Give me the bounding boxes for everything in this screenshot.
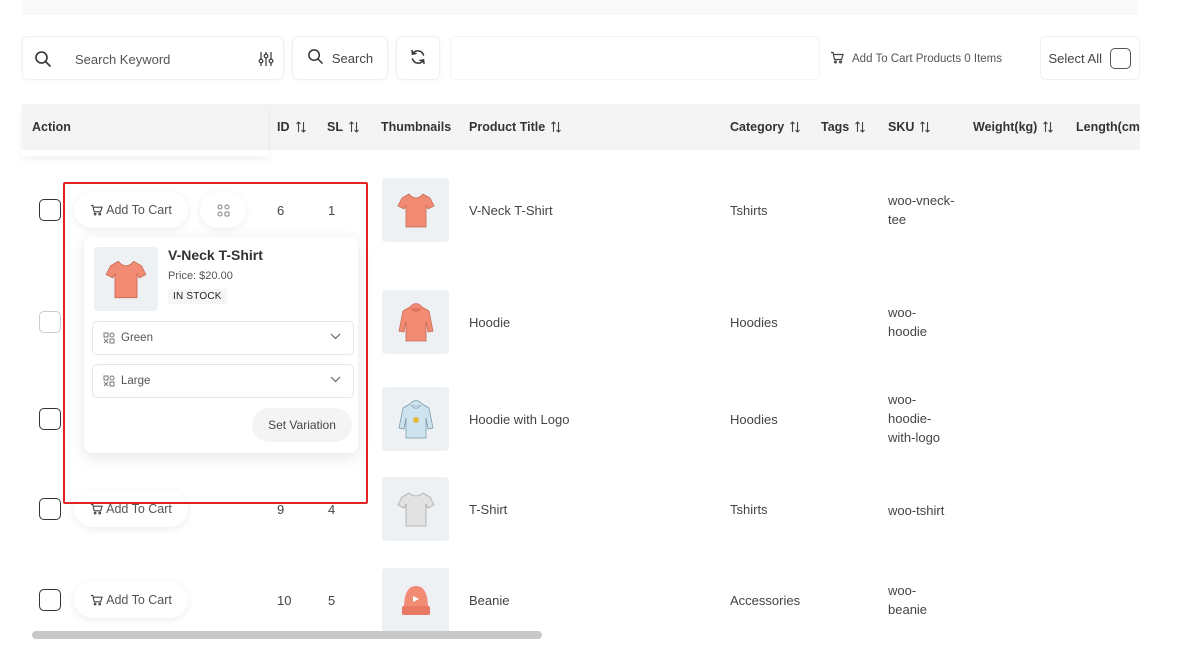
size-select[interactable]: Large: [92, 364, 354, 398]
cell-category: Tshirts: [730, 203, 768, 218]
hoodie-image: [398, 303, 433, 342]
header-sl[interactable]: SL: [327, 120, 360, 134]
horizontal-scrollbar[interactable]: [32, 631, 542, 639]
product-thumbnail[interactable]: [382, 568, 449, 632]
sort-icon: [1043, 121, 1054, 133]
select-all-checkbox[interactable]: [1110, 47, 1131, 69]
attribute-icon: [103, 375, 115, 387]
sort-icon: [349, 121, 359, 133]
size-select-value: Large: [121, 375, 151, 387]
header-thumbnails: Thumbnails: [381, 120, 452, 134]
grid-icon: [216, 203, 230, 217]
product-thumbnail[interactable]: [382, 290, 449, 354]
cell-sku: woo- beanie: [888, 583, 928, 617]
chevron-down-icon: [330, 376, 341, 383]
cell-id: 6: [277, 203, 285, 218]
tshirt-image: [396, 193, 435, 228]
sort-icon: [295, 121, 306, 133]
top-panel-edge: [22, 0, 1138, 14]
header-product-title[interactable]: Product Title: [469, 120, 562, 134]
cell-sl: 1: [328, 203, 336, 218]
product-thumbnail[interactable]: [382, 387, 449, 451]
product-thumbnail[interactable]: [382, 178, 449, 242]
sort-icon: [920, 121, 931, 133]
search-button[interactable]: Search: [292, 36, 388, 80]
cell-sku: woo- hoodie- with-logo: [888, 392, 941, 445]
variation-popup: V-Neck T-Shirt Price: $20.00 IN STOCK Gr…: [84, 237, 358, 453]
search-button-label: Search: [331, 50, 374, 66]
cart-icon: [830, 51, 844, 67]
tshirt-image: [105, 260, 147, 299]
refresh-icon: [409, 48, 427, 69]
search-box: [22, 36, 284, 80]
add-to-cart-button[interactable]: Add To Cart: [74, 582, 188, 618]
cell-category: Tshirts: [730, 502, 768, 517]
cell-product-title[interactable]: V-Neck T-Shirt: [469, 203, 553, 218]
cell-category: Hoodies: [730, 412, 778, 427]
header-weight[interactable]: Weight(kg): [973, 120, 1054, 134]
popup-product-thumbnail: [94, 247, 158, 311]
stock-badge: IN STOCK: [168, 289, 227, 304]
cell-sku: woo-vneck- tee: [888, 193, 955, 227]
chevron-down-icon: [330, 333, 341, 340]
popup-product-title: V-Neck T-Shirt: [168, 247, 263, 263]
tshirt-image: [396, 492, 435, 527]
search-input[interactable]: [75, 48, 245, 70]
color-select[interactable]: Green: [92, 321, 354, 355]
hoodie-with-logo-image: [398, 400, 433, 439]
set-variation-button[interactable]: Set Variation: [252, 408, 352, 442]
row-checkbox[interactable]: [39, 408, 61, 430]
cell-sku: woo- hoodie: [888, 305, 928, 339]
sort-icon: [790, 121, 801, 133]
header-action: Action: [32, 120, 71, 134]
cart-icon: [91, 503, 103, 515]
select-all-label: Select All: [1048, 50, 1102, 66]
toolbar: Search Add To Cart Products 0 Items Sele…: [22, 36, 1142, 80]
table-row: Add To Cart 9 4 T-Shirt Tshirts woo-tshi…: [22, 464, 1140, 554]
cell-sl: 5: [328, 593, 336, 608]
cart-info: Add To Cart Products 0 Items: [830, 51, 1002, 67]
row-checkbox[interactable]: [39, 498, 61, 520]
header-sku[interactable]: SKU: [888, 120, 931, 134]
product-thumbnail[interactable]: [382, 477, 449, 541]
row-checkbox[interactable]: [39, 199, 61, 221]
cell-sku: woo-tshirt: [888, 503, 945, 518]
cart-info-text: Add To Cart Products 0 Items: [852, 53, 1002, 65]
beanie-image: [401, 586, 430, 615]
sort-icon: [551, 121, 562, 133]
header-id[interactable]: ID: [277, 120, 307, 134]
add-to-cart-button[interactable]: Add To Cart: [74, 192, 188, 228]
cell-product-title[interactable]: T-Shirt: [469, 502, 507, 517]
sort-icon: [855, 121, 866, 133]
cell-category: Hoodies: [730, 315, 778, 330]
refresh-button[interactable]: [396, 36, 440, 80]
cell-id: 9: [277, 502, 285, 517]
table-header: Action ID SL Thumbnails Product Title Ca…: [22, 104, 1140, 150]
header-tags[interactable]: Tags: [821, 120, 866, 134]
add-to-cart-button[interactable]: Add To Cart: [74, 491, 188, 527]
header-category[interactable]: Category: [730, 120, 801, 134]
select-all[interactable]: Select All: [1040, 36, 1140, 80]
search-icon: [307, 48, 324, 68]
row-checkbox[interactable]: [39, 311, 61, 333]
cell-category: Accessories: [730, 593, 801, 608]
row-checkbox[interactable]: [39, 589, 61, 611]
cart-icon: [91, 204, 103, 216]
popup-price: Price: $20.00: [168, 270, 233, 282]
cart-icon: [91, 594, 103, 606]
attribute-icon: [103, 332, 115, 344]
toolbar-filler: [450, 36, 820, 80]
cell-product-title[interactable]: Hoodie: [469, 315, 510, 330]
cell-sl: 4: [328, 502, 336, 517]
color-select-value: Green: [121, 332, 153, 344]
cell-product-title[interactable]: Hoodie with Logo: [469, 412, 569, 427]
header-length[interactable]: Length(cm: [1076, 120, 1140, 134]
cell-product-title[interactable]: Beanie: [469, 593, 509, 608]
variation-button[interactable]: [200, 192, 246, 228]
cell-id: 10: [277, 593, 292, 608]
sliders-icon[interactable]: [257, 50, 275, 71]
search-icon: [34, 50, 52, 71]
